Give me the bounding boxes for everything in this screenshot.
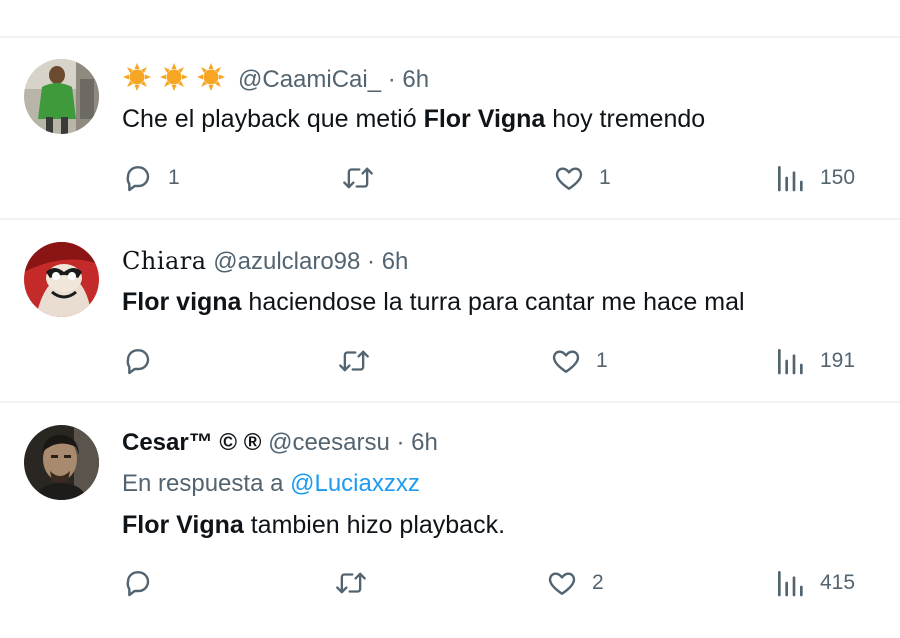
tweet-text-part: hoy tremendo xyxy=(545,105,706,133)
like-count: 1 xyxy=(599,166,611,189)
timestamp[interactable]: 6h xyxy=(382,248,409,275)
user-handle[interactable]: @azulclaro98 xyxy=(213,248,360,275)
reply-icon xyxy=(126,166,150,192)
retweet-button[interactable] xyxy=(337,344,385,378)
user-display-name[interactable]: Chiara xyxy=(122,247,207,275)
tweet-text-bold: Flor Vigna xyxy=(423,105,546,133)
reply-context-label: En respuesta a xyxy=(122,470,291,497)
heart-icon xyxy=(552,350,580,373)
retweet-icon xyxy=(336,572,366,594)
like-count: 1 xyxy=(596,349,608,372)
user-display-name[interactable]: Cesar™ © ® xyxy=(122,429,261,456)
tweet-text-part: haciendose la turra para cantar me hace … xyxy=(241,288,745,316)
retweet-button[interactable] xyxy=(341,161,389,195)
tweet-feed: @CaamiCai_ · 6h Che el playback que meti… xyxy=(0,0,900,638)
tweet-text-bold: Flor vigna xyxy=(122,288,242,316)
reply-icon xyxy=(126,571,150,597)
tweet-3[interactable]: Cesar™ © ® @ceesarsu · 6h En respuesta a… xyxy=(0,403,900,638)
like-count: 2 xyxy=(592,571,604,594)
timestamp[interactable]: 6h xyxy=(411,429,438,456)
user-handle[interactable]: @ceesarsu xyxy=(268,429,390,456)
like-button[interactable]: 1 xyxy=(550,344,608,378)
reply-button[interactable]: 1 xyxy=(122,161,180,195)
avatar[interactable] xyxy=(24,242,99,317)
views-button[interactable]: 415 xyxy=(774,566,855,600)
views-icon xyxy=(778,571,803,597)
tweet-text-part: Che el playback que metió xyxy=(122,105,424,133)
views-icon xyxy=(778,166,803,192)
user-handle[interactable]: @CaamiCai_ xyxy=(238,66,381,93)
avatar-image xyxy=(24,425,99,500)
views-icon xyxy=(778,349,803,375)
avatar[interactable] xyxy=(24,59,99,134)
reply-button[interactable] xyxy=(122,344,168,378)
tweet-text: Flor Vigna tambien hizo playback. xyxy=(122,509,505,541)
sun-emoji-icon xyxy=(122,62,234,100)
tweet-header: Cesar™ © ® @ceesarsu · 6h xyxy=(122,428,438,458)
avatar[interactable] xyxy=(24,425,99,500)
separator-dot: · xyxy=(360,248,382,275)
reply-mention-link[interactable]: @Luciaxzxz xyxy=(290,470,420,497)
heart-icon xyxy=(555,167,583,190)
avatar-image xyxy=(24,59,99,134)
separator-dot: · xyxy=(389,429,412,456)
tweet-header: @CaamiCai_ · 6h xyxy=(122,62,429,100)
like-button[interactable]: 2 xyxy=(546,566,604,600)
reply-icon xyxy=(126,349,150,375)
views-count: 191 xyxy=(820,349,856,372)
reply-context: En respuesta a @Luciaxzxz xyxy=(122,469,420,499)
views-count: 150 xyxy=(820,166,856,189)
views-button[interactable]: 150 xyxy=(774,161,855,195)
tweet-2[interactable]: Chiara @azulclaro98 · 6h Flor vigna haci… xyxy=(0,220,900,400)
tweet-header: Chiara @azulclaro98 · 6h xyxy=(122,246,408,277)
tweet-text: Che el playback que metió Flor Vigna hoy… xyxy=(122,103,705,135)
timestamp[interactable]: 6h xyxy=(402,66,429,93)
tweet-text-bold: Flor Vigna xyxy=(122,511,244,539)
retweet-button[interactable] xyxy=(334,566,382,600)
like-button[interactable]: 1 xyxy=(553,161,611,195)
views-count: 415 xyxy=(820,571,856,594)
retweet-icon xyxy=(339,350,369,372)
reply-count: 1 xyxy=(168,166,180,189)
views-button[interactable]: 191 xyxy=(774,344,855,378)
tweet-text-part: tambien hizo playback. xyxy=(243,511,506,539)
tweet-text: Flor vigna haciendose la turra para cant… xyxy=(122,286,745,318)
reply-button[interactable] xyxy=(122,566,168,600)
heart-icon xyxy=(548,572,576,595)
separator-dot: · xyxy=(381,66,403,93)
avatar-image xyxy=(24,242,99,317)
tweet-1[interactable]: @CaamiCai_ · 6h Che el playback que meti… xyxy=(0,38,900,218)
retweet-icon xyxy=(343,167,373,189)
